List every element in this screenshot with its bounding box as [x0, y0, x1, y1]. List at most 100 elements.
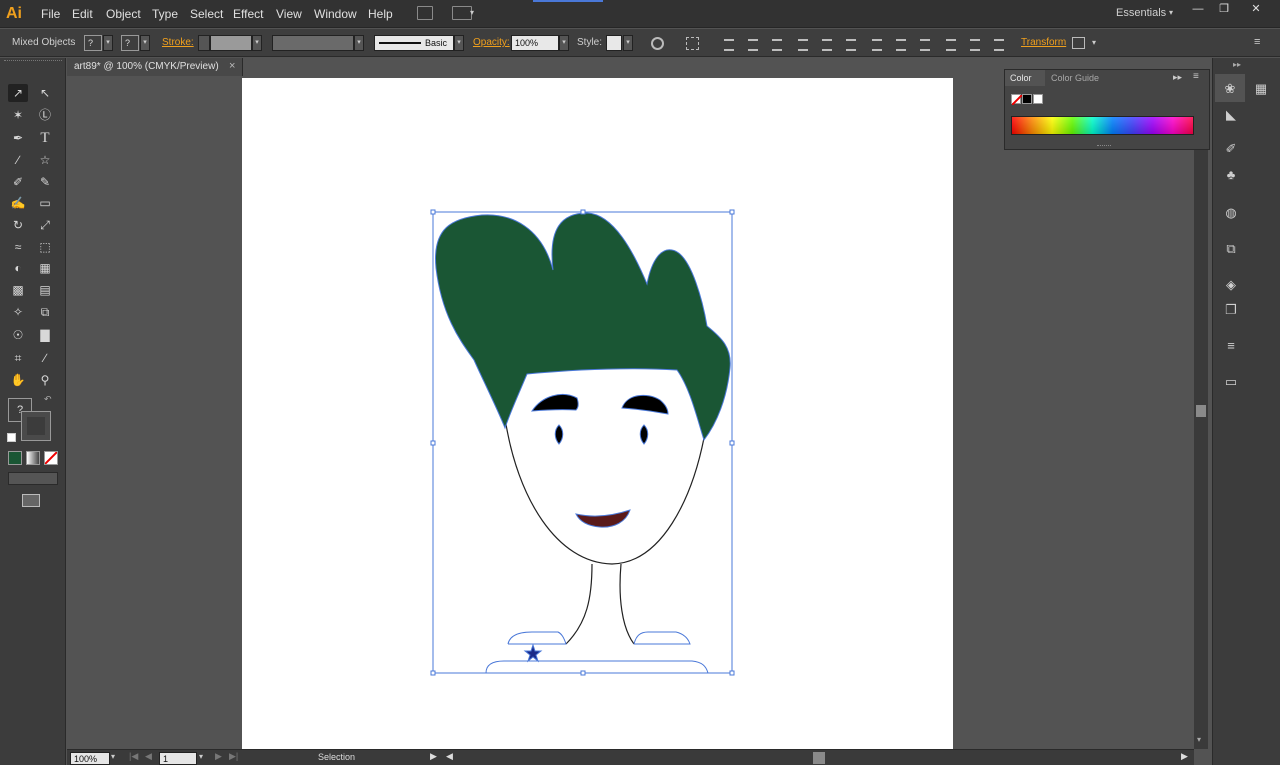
stroke-weight-field[interactable] [210, 35, 252, 51]
scale-icon[interactable]: ⤢ [35, 216, 55, 234]
selection-icon[interactable]: ↗ [8, 84, 28, 102]
appearance-panel-icon[interactable]: ◍ [1221, 204, 1241, 222]
collar-right[interactable] [633, 631, 691, 645]
shoulder-line[interactable] [485, 660, 709, 674]
line-icon[interactable]: ∕ [8, 151, 28, 169]
pen-icon[interactable]: ✒ [8, 129, 28, 147]
distribute-left-icon[interactable] [944, 36, 958, 51]
stroke-proxy[interactable] [21, 411, 51, 441]
workspace-dropdown-icon[interactable]: ▾ [1169, 8, 1173, 17]
type-icon[interactable]: T [35, 129, 55, 147]
neck-left[interactable] [565, 563, 593, 645]
dock-collapse-icon[interactable]: ▸▸ [1233, 60, 1241, 69]
stroke-weight-stepper[interactable] [198, 35, 210, 51]
last-artboard-icon[interactable]: ▶| [229, 751, 238, 762]
swap-fill-stroke-icon[interactable]: ↶ [44, 394, 52, 405]
distribute-bottom-icon[interactable] [918, 36, 932, 51]
column-graph-icon[interactable]: ▇ [35, 326, 55, 344]
lasso-icon[interactable]: Ⓛ [35, 106, 55, 124]
zoom-dropdown-icon[interactable]: ▾ [111, 752, 115, 761]
color-panel-icon[interactable]: ❀ [1220, 80, 1240, 98]
scroll-down-icon[interactable]: ▾ [1197, 735, 1201, 744]
first-artboard-icon[interactable]: |◀ [129, 751, 138, 762]
document-tab[interactable]: art89* @ 100% (CMYK/Preview) × [67, 58, 243, 76]
opacity-dropdown[interactable]: ▾ [559, 35, 569, 51]
arrange-dropdown-icon[interactable]: ▾ [470, 8, 474, 17]
align-right-icon[interactable] [770, 36, 784, 51]
handle-middle-left[interactable] [430, 440, 436, 446]
star-icon[interactable]: ☆ [35, 151, 55, 169]
mouth[interactable] [575, 509, 631, 528]
scroll-left-icon[interactable]: ◀ [446, 751, 453, 762]
symbol-sprayer-icon[interactable]: ☉ [8, 326, 28, 344]
vertical-scrollbar[interactable]: ▾ [1194, 77, 1208, 749]
free-transform-icon[interactable]: ⬚ [35, 238, 55, 256]
color-spectrum-bar[interactable] [1011, 116, 1194, 135]
variable-width-profile[interactable] [272, 35, 354, 51]
none-mode-icon[interactable] [44, 451, 58, 465]
menu-help[interactable]: Help [368, 7, 393, 21]
distribute-top-icon[interactable] [870, 36, 884, 51]
stroke-swatch[interactable]: ? [121, 35, 139, 51]
menu-object[interactable]: Object [106, 7, 141, 21]
opacity-field[interactable]: 100% [511, 35, 559, 51]
align-left-icon[interactable] [722, 36, 736, 51]
menu-file[interactable]: File [41, 7, 60, 21]
transform-link[interactable]: Transform [1021, 37, 1066, 48]
left-eyebrow[interactable] [531, 394, 579, 412]
graphic-styles-panel-icon[interactable]: ⧉ [1221, 240, 1241, 258]
bridge-button[interactable] [417, 6, 433, 20]
menu-effect[interactable]: Effect [233, 7, 263, 21]
distribute-horizontal-center-icon[interactable] [968, 36, 982, 51]
perspective-grid-icon[interactable]: ▦ [35, 259, 55, 277]
zoom-field[interactable]: 100% [70, 752, 110, 765]
horizontal-scroll-thumb[interactable] [813, 752, 825, 764]
brushes-panel-icon[interactable]: ✐ [1221, 140, 1241, 158]
artboard-dropdown-icon[interactable]: ▾ [199, 752, 203, 761]
magic-wand-icon[interactable]: ✶ [8, 106, 28, 124]
stroke-panel-icon[interactable]: ≡ [1221, 337, 1241, 355]
distribute-vertical-center-icon[interactable] [894, 36, 908, 51]
zoom-icon[interactable]: ⚲ [35, 371, 55, 389]
panel-resize-grip[interactable] [1097, 145, 1111, 148]
grid-panel-icon[interactable]: ▦ [1251, 80, 1271, 98]
layers-panel-icon[interactable]: ◈ [1221, 276, 1241, 294]
transform-options-icon[interactable] [1072, 37, 1085, 49]
slice-icon[interactable]: ∕ [35, 349, 55, 367]
minimize-button[interactable]: — [1185, 2, 1211, 18]
align-horizontal-center-icon[interactable] [746, 36, 760, 51]
gradient-mode-icon[interactable] [26, 451, 40, 465]
graphic-style-dropdown[interactable]: ▾ [623, 35, 633, 51]
left-eye[interactable] [554, 424, 564, 445]
close-window-button[interactable]: ✕ [1243, 2, 1269, 18]
black-swatch[interactable] [1022, 94, 1032, 104]
menu-select[interactable]: Select [190, 7, 223, 21]
current-tool-status[interactable]: Selection [318, 752, 355, 762]
shape-builder-icon[interactable]: ◐ [8, 259, 28, 277]
brush-definition[interactable]: Basic [374, 35, 454, 51]
symbols-panel-icon[interactable]: ♣ [1221, 166, 1241, 184]
paintbrush-icon[interactable]: ✐ [8, 173, 28, 191]
artboard[interactable] [242, 78, 953, 749]
eraser-icon[interactable]: ▭ [35, 194, 55, 212]
gradient-icon[interactable]: ▤ [35, 281, 55, 299]
none-swatch[interactable] [1011, 94, 1022, 105]
panel-collapse-icon[interactable]: ▸▸ [1173, 72, 1182, 83]
handle-top-center[interactable] [580, 209, 586, 215]
control-panel-menu-icon[interactable]: ≡ [1254, 36, 1260, 48]
white-swatch[interactable] [1033, 94, 1043, 104]
rotate-icon[interactable]: ↻ [8, 216, 28, 234]
pencil-icon[interactable]: ✎ [35, 173, 55, 191]
fill-dropdown[interactable]: ▾ [103, 35, 113, 51]
hand-icon[interactable]: ✋ [8, 371, 28, 389]
artboard-number-field[interactable]: 1 [159, 752, 197, 765]
stroke-label[interactable]: Stroke: [162, 37, 194, 48]
drawing-mode-buttons[interactable] [8, 472, 58, 485]
right-eye[interactable] [639, 424, 649, 445]
neck-right[interactable] [619, 563, 635, 645]
collar-left[interactable] [507, 631, 567, 645]
align-vertical-center-icon[interactable] [820, 36, 834, 51]
status-menu-icon[interactable]: ▶ [430, 751, 437, 762]
menu-window[interactable]: Window [314, 7, 357, 21]
handle-middle-right[interactable] [729, 440, 735, 446]
